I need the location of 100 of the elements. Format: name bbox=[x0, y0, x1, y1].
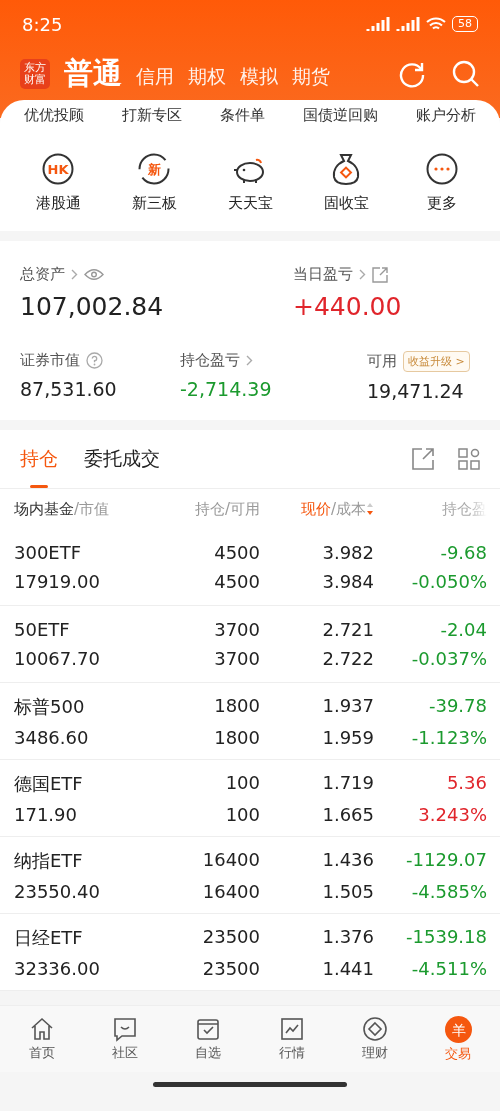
table-cell-text: 3.984 bbox=[321, 571, 374, 592]
table-cell-text: 16400 bbox=[201, 848, 260, 872]
table-cell-text: 1.959 bbox=[321, 726, 374, 748]
quick-link[interactable]: 优优投顾 bbox=[24, 105, 84, 125]
line-chart-icon bbox=[278, 1016, 305, 1042]
table-cell-text: 5.36 bbox=[445, 771, 487, 795]
fund-name: 50ETF bbox=[14, 619, 71, 640]
table-cell-text: 1.937 bbox=[321, 694, 374, 718]
quick-link[interactable]: 打新专区 bbox=[122, 105, 182, 125]
table-cell-text: -1129.07 bbox=[405, 848, 487, 872]
daily-pnl-label: 当日盈亏 bbox=[293, 265, 353, 284]
chevron-icon bbox=[359, 269, 366, 280]
table-cell-text: 32336.00 bbox=[14, 957, 101, 979]
table-cell-text: 1.376 bbox=[321, 925, 374, 949]
table-cell-text: -4.585% bbox=[410, 880, 487, 902]
refresh-icon[interactable] bbox=[398, 60, 426, 88]
table-cell-text: 1.719 bbox=[321, 771, 374, 795]
chevron-icon bbox=[71, 269, 78, 280]
table-cell-text: 10067.70 bbox=[14, 648, 101, 669]
share-icon[interactable] bbox=[372, 266, 388, 283]
trade-icon: 羊 bbox=[444, 1015, 472, 1043]
circle-badge-icon: 新 bbox=[137, 152, 171, 186]
table-cell-text: -2.04 bbox=[439, 619, 487, 640]
status-time: 8:25 bbox=[22, 13, 63, 35]
money-bag-icon bbox=[330, 152, 362, 186]
service-shortcut[interactable]: 天天宝 bbox=[202, 152, 298, 213]
table-cell-text: 4500 bbox=[213, 571, 260, 592]
table-cell-text: 17919.00 bbox=[14, 571, 101, 592]
table-cell-text: 3.243% bbox=[417, 803, 487, 825]
service-shortcut[interactable]: 固收宝 bbox=[298, 152, 394, 213]
table-cell-text: 1800 bbox=[213, 726, 260, 748]
nav-tab[interactable]: 理财 bbox=[333, 1016, 417, 1062]
sort-icon[interactable] bbox=[366, 502, 374, 516]
nav-tab[interactable]: 自选 bbox=[166, 1016, 250, 1062]
search-icon[interactable] bbox=[452, 60, 480, 88]
table-cell-text: 100 bbox=[224, 771, 260, 795]
grid-icon[interactable] bbox=[458, 448, 480, 470]
app-logo: 东方 财富 bbox=[20, 59, 50, 89]
table-cell-text: 23500 bbox=[201, 925, 260, 949]
table-cell-text: -39.78 bbox=[427, 694, 487, 718]
circle-badge-icon: HK bbox=[41, 152, 75, 186]
checklist-box-icon bbox=[195, 1016, 222, 1042]
help-icon[interactable] bbox=[86, 352, 103, 369]
table-cell-text: -0.050% bbox=[410, 571, 487, 592]
market-value-label: 证券市值 bbox=[20, 351, 80, 370]
wifi-icon bbox=[426, 16, 446, 32]
available-label: 可用 bbox=[367, 352, 397, 371]
total-assets-label: 总资产 bbox=[20, 265, 65, 284]
quick-link[interactable]: 账户分析 bbox=[416, 105, 476, 125]
table-cell-text: -4.511% bbox=[410, 957, 487, 979]
quick-link[interactable]: 国债逆回购 bbox=[303, 105, 378, 125]
table-cell-text: 2.722 bbox=[321, 648, 374, 669]
nav-tab[interactable]: 行情 bbox=[250, 1016, 334, 1062]
table-cell-text: 171.90 bbox=[14, 803, 78, 825]
market-value: 87,531.60 bbox=[20, 378, 118, 400]
table-cell-text: -0.037% bbox=[410, 648, 487, 669]
column-subheader: /市值 bbox=[74, 499, 110, 519]
signal-icon bbox=[396, 17, 420, 31]
signal-icon bbox=[366, 17, 390, 31]
table-cell-text: 1.665 bbox=[321, 803, 374, 825]
column-header[interactable]: 场内基金 bbox=[14, 499, 74, 519]
battery-level: 58 bbox=[452, 16, 478, 32]
table-cell-text: 2.721 bbox=[321, 619, 374, 640]
table-cell-text: 4500 bbox=[213, 542, 260, 563]
table-cell-text: 3486.60 bbox=[14, 726, 90, 748]
position-tab[interactable]: 委托成交 bbox=[84, 430, 160, 488]
more-icon bbox=[425, 152, 459, 186]
table-cell-text: 1800 bbox=[213, 694, 260, 718]
table-cell-text: 3700 bbox=[213, 648, 260, 669]
share-icon[interactable] bbox=[412, 448, 434, 470]
fund-name: 纳指ETF bbox=[14, 848, 84, 873]
service-shortcut[interactable]: HK 港股通 bbox=[10, 152, 106, 213]
service-shortcut[interactable]: 新 新三板 bbox=[106, 152, 202, 213]
table-cell-text: -9.68 bbox=[439, 542, 487, 563]
holding-pnl-label: 持仓盈亏 bbox=[180, 351, 240, 370]
table-cell-text: 16400 bbox=[201, 880, 260, 902]
diamond-circle-icon bbox=[362, 1016, 388, 1042]
available-value: 19,471.24 bbox=[367, 380, 465, 402]
fund-name: 日经ETF bbox=[14, 925, 84, 950]
fund-name: 300ETF bbox=[14, 542, 83, 563]
nav-tab[interactable]: 社区 bbox=[83, 1016, 167, 1062]
holding-pnl-value: -2,714.39 bbox=[180, 378, 273, 400]
total-assets-value: 107,002.84 bbox=[20, 292, 165, 321]
table-cell-text: 3700 bbox=[213, 619, 260, 640]
table-cell-text: 23500 bbox=[201, 957, 260, 979]
table-cell-text: 23550.40 bbox=[14, 880, 101, 902]
column-subheader: /成本 bbox=[330, 499, 366, 519]
fund-name: 德国ETF bbox=[14, 771, 84, 796]
table-cell-text: 1.505 bbox=[321, 880, 374, 902]
service-shortcut[interactable]: 更多 bbox=[394, 152, 490, 213]
table-cell-text: 3.982 bbox=[321, 542, 374, 563]
daily-pnl-value: +440.00 bbox=[293, 292, 403, 321]
table-cell-text: 1.436 bbox=[321, 848, 374, 872]
table-cell-text: -1539.18 bbox=[405, 925, 487, 949]
eye-icon[interactable] bbox=[84, 268, 104, 281]
nav-tab[interactable]: 首页 bbox=[0, 1016, 84, 1062]
table-cell-text: 1.441 bbox=[321, 957, 374, 979]
quick-link[interactable]: 条件单 bbox=[220, 105, 265, 125]
fund-name: 标普500 bbox=[14, 694, 86, 719]
table-cell-text: 100 bbox=[224, 803, 260, 825]
